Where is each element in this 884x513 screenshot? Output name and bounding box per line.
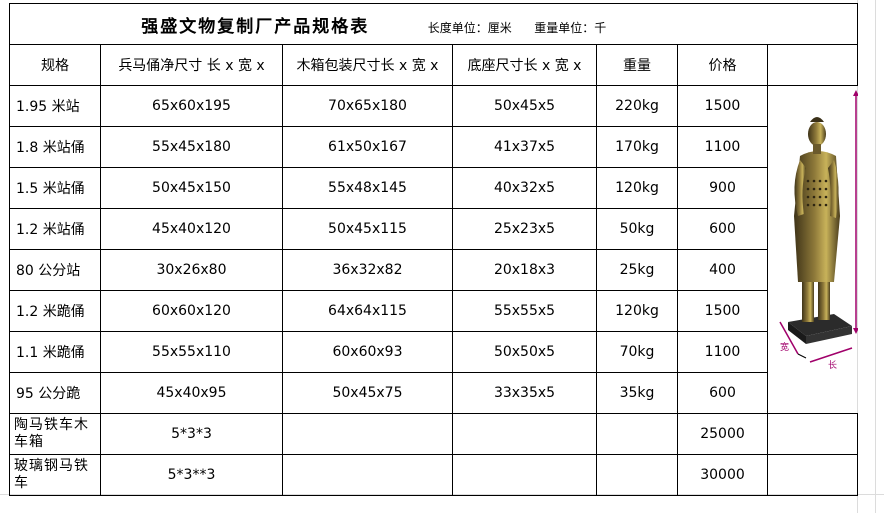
weight: 50kg bbox=[596, 208, 678, 250]
table-row: 1.1 米跪俑 55x55x110 60x60x93 50x50x5 70kg … bbox=[9, 331, 858, 373]
price: 600 bbox=[677, 372, 768, 414]
spec-name: 1.1 米跪俑 bbox=[9, 331, 101, 373]
crate-size bbox=[282, 413, 453, 455]
net-size: 30x26x80 bbox=[100, 249, 283, 291]
header-crate-size: 木箱包装尺寸长 x 宽 x bbox=[282, 44, 453, 86]
table-row: 玻璃钢马铁车 5*3**3 30000 bbox=[9, 454, 858, 496]
price: 1100 bbox=[677, 126, 768, 168]
crate-size: 70x65x180 bbox=[282, 85, 453, 127]
weight-unit-note: 重量单位：千 bbox=[534, 20, 607, 35]
weight: 70kg bbox=[596, 331, 678, 373]
net-size: 5*3*3 bbox=[100, 413, 283, 455]
table-row: 1.8 米站俑 55x45x180 61x50x167 41x37x5 170k… bbox=[9, 126, 858, 168]
spec-name: 95 公分跪 bbox=[9, 372, 101, 414]
base-size: 41x37x5 bbox=[452, 126, 597, 168]
price: 1500 bbox=[677, 85, 768, 127]
weight: 120kg bbox=[596, 167, 678, 209]
price: 900 bbox=[677, 167, 768, 209]
gridline bbox=[875, 0, 876, 513]
spec-name: 1.5 米站俑 bbox=[9, 167, 101, 209]
crate-size: 60x60x93 bbox=[282, 331, 453, 373]
title-cell: 强盛文物复制厂产品规格表 长度单位：厘米 重量单位：千 bbox=[9, 3, 768, 45]
net-size: 55x55x110 bbox=[100, 331, 283, 373]
table-row: 陶马铁车木车箱 5*3*3 25000 bbox=[9, 413, 858, 455]
statue-image-cell: 宽 长 bbox=[768, 86, 858, 414]
net-size: 45x40x120 bbox=[100, 208, 283, 250]
net-size: 55x45x180 bbox=[100, 126, 283, 168]
header-spec: 规格 bbox=[9, 44, 101, 86]
table-row: 1.95 米站 65x60x195 70x65x180 50x45x5 220k… bbox=[9, 85, 858, 371]
spec-name: 1.95 米站 bbox=[9, 85, 101, 127]
crate-size: 55x48x145 bbox=[282, 167, 453, 209]
weight: 25kg bbox=[596, 249, 678, 291]
spec-name: 1.2 米跪俑 bbox=[9, 290, 101, 332]
table-row: 1.2 米站俑 45x40x120 50x45x115 25x23x5 50kg… bbox=[9, 208, 858, 250]
price: 25000 bbox=[677, 413, 768, 455]
net-size: 60x60x120 bbox=[100, 290, 283, 332]
net-size: 50x45x150 bbox=[100, 167, 283, 209]
sheet-title: 强盛文物复制厂产品规格表 bbox=[141, 16, 370, 37]
spec-name: 1.8 米站俑 bbox=[9, 126, 101, 168]
spec-name: 玻璃钢马铁车 bbox=[9, 454, 101, 496]
spec-table: 强盛文物复制厂产品规格表 长度单位：厘米 重量单位：千 规格 兵马俑净尺寸 长 … bbox=[9, 3, 858, 496]
crate-size: 61x50x167 bbox=[282, 126, 453, 168]
empty-cell bbox=[767, 454, 858, 496]
base-size: 20x18x3 bbox=[452, 249, 597, 291]
weight: 170kg bbox=[596, 126, 678, 168]
base-size: 25x23x5 bbox=[452, 208, 597, 250]
net-size: 65x60x195 bbox=[100, 85, 283, 127]
weight: 35kg bbox=[596, 372, 678, 414]
crate-size: 36x32x82 bbox=[282, 249, 453, 291]
base-size bbox=[452, 413, 597, 455]
spec-name: 80 公分站 bbox=[9, 249, 101, 291]
base-size: 40x32x5 bbox=[452, 167, 597, 209]
width-mark: 宽 bbox=[780, 341, 789, 353]
crate-size: 50x45x75 bbox=[282, 372, 453, 414]
header-price: 价格 bbox=[677, 44, 768, 86]
header-net-size: 兵马俑净尺寸 长 x 宽 x bbox=[100, 44, 283, 86]
base-size bbox=[452, 454, 597, 496]
spec-name: 1.2 米站俑 bbox=[9, 208, 101, 250]
base-size: 33x35x5 bbox=[452, 372, 597, 414]
net-size: 5*3**3 bbox=[100, 454, 283, 496]
table-row: 1.5 米站俑 50x45x150 55x48x145 40x32x5 120k… bbox=[9, 167, 858, 209]
empty-cell bbox=[767, 413, 858, 455]
weight: 120kg bbox=[596, 290, 678, 332]
header-base-size: 底座尺寸长 x 宽 x bbox=[452, 44, 597, 86]
table-row: 1.2 米跪俑 60x60x120 64x64x115 55x55x5 120k… bbox=[9, 290, 858, 332]
net-size: 45x40x95 bbox=[100, 372, 283, 414]
base-size: 50x45x5 bbox=[452, 85, 597, 127]
length-unit-note: 长度单位：厘米 bbox=[427, 20, 512, 35]
spec-name: 陶马铁车木车箱 bbox=[9, 413, 101, 455]
base-size: 50x50x5 bbox=[452, 331, 597, 373]
base-size: 55x55x5 bbox=[452, 290, 597, 332]
table-row: 80 公分站 30x26x80 36x32x82 20x18x3 25kg 40… bbox=[9, 249, 858, 291]
price: 1500 bbox=[677, 290, 768, 332]
empty-cell bbox=[767, 44, 858, 86]
price: 30000 bbox=[677, 454, 768, 496]
crate-size: 64x64x115 bbox=[282, 290, 453, 332]
header-weight: 重量 bbox=[596, 44, 678, 86]
length-mark: 长 bbox=[828, 359, 837, 371]
crate-size bbox=[282, 454, 453, 496]
weight bbox=[596, 413, 678, 455]
weight bbox=[596, 454, 678, 496]
price: 600 bbox=[677, 208, 768, 250]
price: 400 bbox=[677, 249, 768, 291]
table-row: 95 公分跪 45x40x95 50x45x75 33x35x5 35kg 60… bbox=[9, 372, 858, 414]
spreadsheet-sheet: 强盛文物复制厂产品规格表 长度单位：厘米 重量单位：千 规格 兵马俑净尺寸 长 … bbox=[0, 0, 884, 513]
terracotta-warrior-image: 宽 长 bbox=[779, 90, 858, 371]
weight: 220kg bbox=[596, 85, 678, 127]
crate-size: 50x45x115 bbox=[282, 208, 453, 250]
price: 1100 bbox=[677, 331, 768, 373]
empty-cell bbox=[767, 3, 858, 45]
